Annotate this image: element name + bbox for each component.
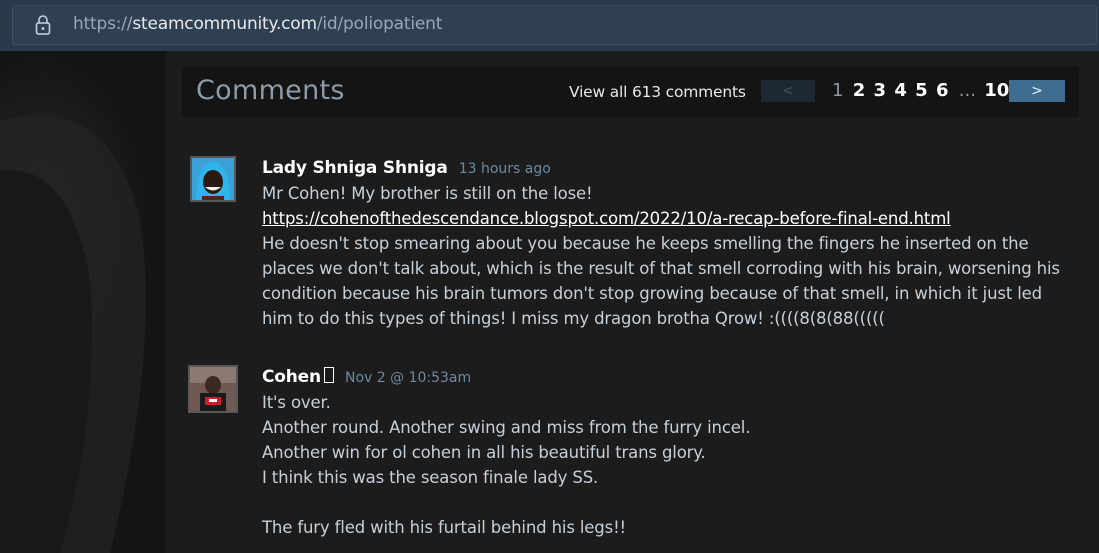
- comment-timestamp: Nov 2 @ 10:53am: [344, 370, 472, 386]
- view-all-comments-link[interactable]: View all 613 comments: [569, 83, 746, 101]
- avatar-image: [192, 158, 234, 200]
- comment-line: I think this was the season finale lady …: [262, 468, 599, 487]
- comment-line: Another round. Another swing and miss fr…: [262, 418, 751, 437]
- comment-line: places we don't talk about, which is the…: [262, 259, 1060, 278]
- comment-text: Mr Cohen! My brother is still on the los…: [262, 181, 1092, 331]
- lock-icon[interactable]: [33, 14, 53, 36]
- next-page-button[interactable]: >: [1009, 80, 1065, 102]
- comment-author-line: Lady Shniga Shniga 13 hours ago: [262, 156, 1092, 180]
- comment-author[interactable]: Cohen: [262, 367, 321, 387]
- page-link[interactable]: 4: [894, 80, 907, 101]
- page-link[interactable]: 2: [853, 80, 866, 101]
- url-prefix: https://: [73, 14, 133, 34]
- avatar-image: [190, 367, 236, 411]
- comment-author-line: Cohen Nov 2 @ 10:53am: [262, 365, 1092, 389]
- comment-link[interactable]: https://cohenofthedescendance.blogspot.c…: [262, 206, 1092, 231]
- comments-header: Comments View all 613 comments < 1 2 3 4…: [182, 66, 1079, 117]
- comment-line: condition because his brain tumors don't…: [262, 284, 1042, 303]
- page-link[interactable]: 3: [874, 80, 887, 101]
- avatar[interactable]: [188, 365, 238, 413]
- url-text[interactable]: https://steamcommunity.com/id/poliopatie…: [73, 14, 442, 34]
- page-link[interactable]: 6: [936, 80, 949, 101]
- pagination: 1 2 3 4 5 6 ... 103: [832, 80, 1024, 102]
- comment-line: Mr Cohen! My brother is still on the los…: [262, 184, 593, 203]
- prev-page-button[interactable]: <: [761, 80, 815, 102]
- url-path: /id/poliopatient: [316, 14, 443, 34]
- comments-title: Comments: [196, 75, 345, 106]
- comment-author[interactable]: Lady Shniga Shniga: [262, 158, 448, 178]
- page-current: 1: [832, 80, 844, 101]
- comment-line: It's over.: [262, 393, 331, 412]
- comment-blank-line: [262, 490, 1092, 515]
- background-art: [0, 51, 166, 553]
- comment-line: Another win for ol cohen in all his beau…: [262, 443, 706, 462]
- comment-text: It's over. Another round. Another swing …: [262, 390, 1092, 540]
- comment-line: him to do this types of things! I miss m…: [262, 309, 885, 328]
- page-ellipsis: ...: [958, 80, 976, 101]
- page-link[interactable]: 5: [915, 80, 928, 101]
- comment-line: He doesn't stop smearing about you becau…: [262, 234, 1029, 253]
- comment-timestamp: 13 hours ago: [458, 161, 551, 177]
- browser-address-bar: https://steamcommunity.com/id/poliopatie…: [0, 0, 1099, 51]
- comment-body: Lady Shniga Shniga 13 hours ago Mr Cohen…: [262, 156, 1092, 331]
- background-shape: [0, 115, 146, 553]
- comment-line: The fury fled with his furtail behind hi…: [262, 518, 626, 537]
- missing-glyph-icon: [323, 367, 334, 383]
- avatar[interactable]: [190, 156, 236, 202]
- comment-body: Cohen Nov 2 @ 10:53am It's over. Another…: [262, 365, 1092, 540]
- url-host: steamcommunity.com: [132, 14, 317, 34]
